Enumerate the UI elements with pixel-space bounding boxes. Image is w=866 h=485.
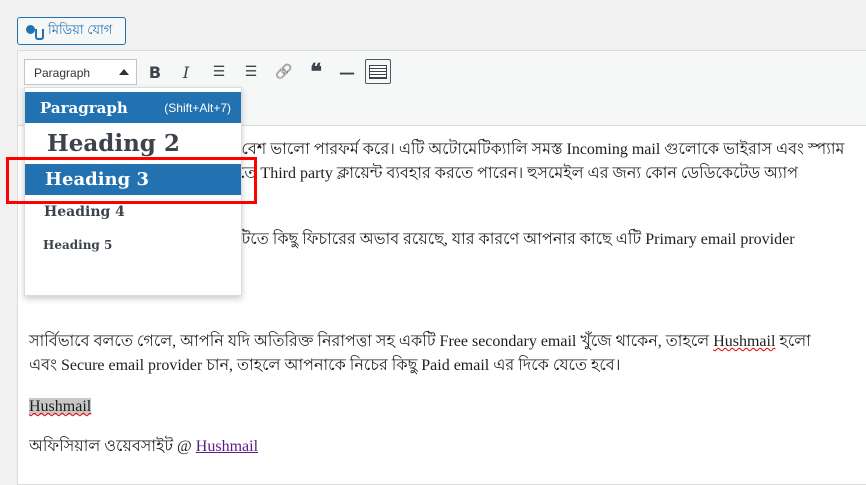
hushmail-heading[interactable]: Hushmail xyxy=(29,398,92,415)
bulleted-list-icon: ☰ xyxy=(212,64,226,80)
format-option-heading-5[interactable]: Heading 5 xyxy=(25,231,241,259)
bulleted-list-button[interactable]: ☰ xyxy=(208,61,230,83)
text-span: সার্বিভাবে বলতে গেলে, আপনি যদি অতিরিক্ত … xyxy=(29,333,714,350)
text-line: এবং Secure email provider চান, তাহলে আপন… xyxy=(29,357,621,374)
add-media-icon xyxy=(26,24,44,40)
option-label: Heading 5 xyxy=(43,238,113,252)
hushmail-link[interactable]: Hushmail xyxy=(196,438,258,455)
link-icon: 🔗 xyxy=(275,64,293,80)
horizontal-line-button[interactable]: — xyxy=(336,61,358,83)
bold-button[interactable]: B xyxy=(144,61,166,83)
format-select-value: Paragraph xyxy=(34,66,91,80)
format-option-paragraph[interactable]: Paragraph (Shift+Alt+7) xyxy=(25,92,241,123)
text-line: খুব বেশ ভালো পারফর্ম করে। এটি অটোমেটিক্য… xyxy=(218,141,845,158)
highlight-annotation-box xyxy=(6,157,257,204)
add-media-button[interactable]: মিডিয়া যোগ xyxy=(17,17,126,45)
shortcut-hint: (Shift+Alt+7) xyxy=(164,100,231,115)
add-media-label: মিডিয়া যোগ xyxy=(48,21,113,37)
blockquote-icon: ❝ xyxy=(310,59,322,85)
numbered-list-button[interactable]: ☰ xyxy=(240,61,262,83)
keyboard-icon xyxy=(369,64,387,79)
blockquote-button[interactable]: ❝ xyxy=(305,59,327,85)
bold-icon: B xyxy=(148,62,162,82)
hushmail-word: Hushmail xyxy=(713,333,776,350)
text-line: সার্বিভাবে বলতে গেলে, আপনি যদি অতিরিক্ত … xyxy=(29,331,811,353)
official-label: অফিসিয়াল ওয়েবসাইট @ xyxy=(29,438,196,455)
text-line: করতে Third party ক্লায়েন্ট ব্যবহার করতে… xyxy=(218,165,799,182)
numbered-list-icon: ☰ xyxy=(244,64,258,80)
option-label: Heading 4 xyxy=(44,204,125,220)
text-line: শনটিতে কিছু ফিচারের অভাব রয়েছে, যার কার… xyxy=(218,231,795,248)
toolbar-toggle-button[interactable] xyxy=(365,59,391,84)
option-label: Heading 2 xyxy=(47,130,180,157)
official-website-line: অফিসিয়াল ওয়েবসাইট @ Hushmail xyxy=(29,436,258,458)
option-label: Paragraph xyxy=(40,98,128,117)
caret-up-icon xyxy=(119,69,129,75)
text-span: হলো xyxy=(775,333,811,350)
horizontal-line-icon: — xyxy=(339,62,355,82)
format-select[interactable]: Paragraph xyxy=(24,59,137,85)
italic-icon: I xyxy=(182,62,190,82)
italic-button[interactable]: I xyxy=(175,61,197,83)
link-button[interactable]: 🔗 xyxy=(273,61,295,83)
